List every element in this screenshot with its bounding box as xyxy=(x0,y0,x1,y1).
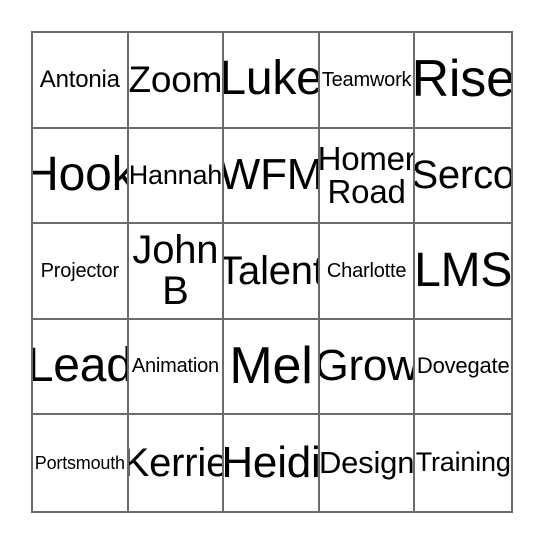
bingo-cell-label: Rise xyxy=(415,50,511,109)
bingo-cell-r1c2[interactable]: Zoom xyxy=(128,33,225,129)
bingo-cell-r4c2[interactable]: Animation xyxy=(128,319,225,416)
bingo-cell-r5c1[interactable]: Portsmouth xyxy=(33,415,129,511)
bingo-cell-label: Charlotte xyxy=(326,259,407,282)
bingo-cell-label: Teamwork xyxy=(321,68,412,91)
bingo-cell-r3c5[interactable]: LMS xyxy=(415,224,511,320)
bingo-cell-label: Lead xyxy=(33,339,129,393)
bingo-cell-r3c1[interactable]: Projector xyxy=(33,224,129,320)
bingo-cell-label: Kerrie xyxy=(128,440,225,485)
bingo-cell-r3c4[interactable]: Charlotte xyxy=(319,224,416,320)
bingo-cell-label: Animation xyxy=(131,355,219,378)
bingo-cell-r3c3[interactable]: Talent xyxy=(224,224,320,320)
bingo-cell-r2c3[interactable]: WFM xyxy=(224,128,320,225)
bingo-cell-label: Grow xyxy=(319,341,416,391)
bingo-cell-label: Portsmouth xyxy=(34,453,125,473)
bingo-cell-r5c4[interactable]: Design xyxy=(319,415,416,511)
bingo-cell-label: Hook xyxy=(33,147,127,201)
bingo-cell-r2c2[interactable]: Hannah xyxy=(128,128,225,225)
bingo-card-grid: Antonia ZoomLukeTeamworkRise HookHannahWFM… xyxy=(31,31,513,513)
bingo-cell-r4c1[interactable]: Lead xyxy=(33,319,129,416)
bingo-cell-r4c5[interactable]: Dovegate xyxy=(415,319,511,416)
bingo-cell-label: Homer Road xyxy=(319,139,416,211)
bingo-cell-r1c5[interactable]: Rise xyxy=(415,33,511,129)
bingo-cell-label: Hannah xyxy=(128,159,223,190)
bingo-cell-r4c3[interactable]: Mel xyxy=(224,319,320,416)
bingo-cell-r5c5[interactable]: Training xyxy=(415,415,511,511)
bingo-cell-label: Dovegate xyxy=(416,353,510,379)
bingo-cell-r1c1[interactable]: Antonia xyxy=(33,33,129,129)
bingo-cell-label: Serco xyxy=(415,152,511,197)
bingo-cell-r2c4[interactable]: Homer Road xyxy=(319,128,416,225)
bingo-cell-r2c1[interactable]: Hook xyxy=(33,128,129,225)
bingo-cell-label: Talent xyxy=(224,248,320,293)
bingo-cell-label: Projector xyxy=(40,259,119,282)
bingo-cell-label: LMS xyxy=(415,243,511,297)
bingo-cell-r3c2[interactable]: John B xyxy=(128,224,225,320)
bingo-cell-label: Luke xyxy=(224,52,320,106)
bingo-cell-label: Antonia xyxy=(39,65,120,93)
bingo-cell-label: Mel xyxy=(229,337,313,396)
bingo-cell-label: Heidi xyxy=(224,437,320,487)
bingo-cell-r4c4[interactable]: Grow xyxy=(319,319,416,416)
bingo-cell-r5c3[interactable]: Heidi xyxy=(224,415,320,511)
bingo-cell-r2c5[interactable]: Serco xyxy=(415,128,511,225)
bingo-cell-label: Zoom xyxy=(128,58,223,100)
bingo-cell-r5c2[interactable]: Kerrie xyxy=(128,415,225,511)
bingo-cell-r1c3[interactable]: Luke xyxy=(224,33,320,129)
bingo-cell-label: Training xyxy=(415,447,511,478)
bingo-cell-label: WFM xyxy=(224,149,320,199)
bingo-cell-r1c4[interactable]: Teamwork xyxy=(319,33,416,129)
bingo-cell-label: Design xyxy=(319,445,415,481)
bingo-cell-label: John B xyxy=(132,228,219,313)
